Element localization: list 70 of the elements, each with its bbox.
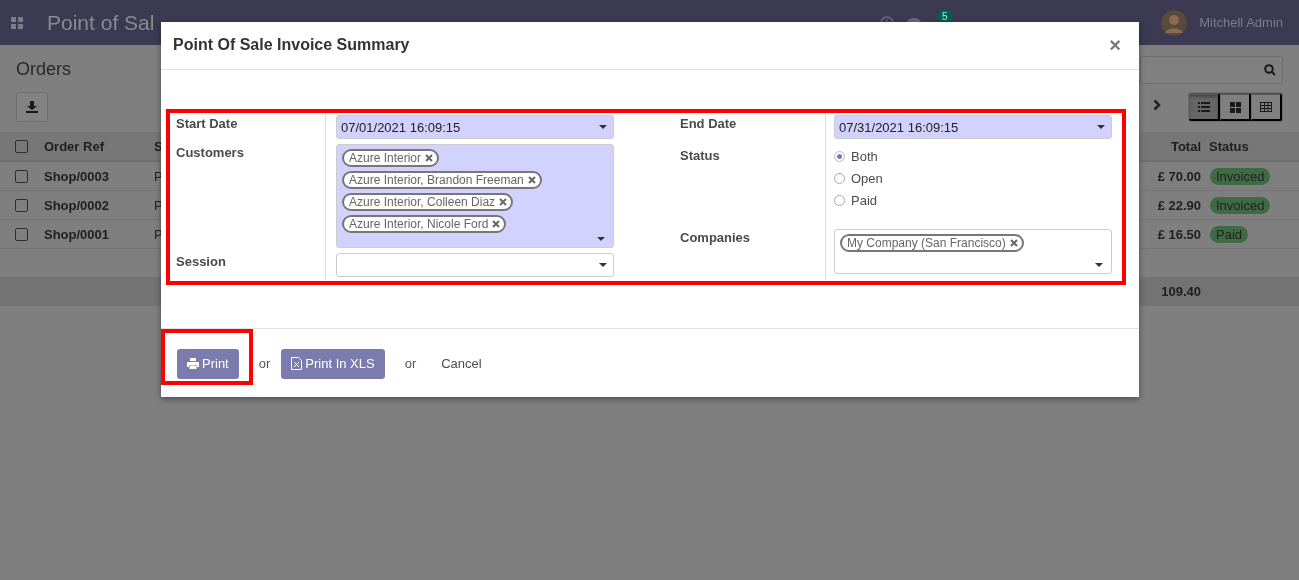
field-label: End Date xyxy=(679,115,738,133)
checkbox[interactable] xyxy=(15,227,28,241)
list-icon xyxy=(1197,102,1210,112)
cancel-link[interactable]: Cancel xyxy=(435,355,488,372)
page-title: Orders xyxy=(16,59,71,80)
tag-chip: Azure Interior, Nicole Ford xyxy=(342,215,507,233)
checkbox[interactable] xyxy=(15,139,28,153)
download-icon xyxy=(26,101,38,113)
field-label: Session xyxy=(175,253,227,271)
tags-field[interactable]: My Company (San Francisco) xyxy=(834,228,1112,274)
date-field[interactable]: 07/31/2021 16:09:15 xyxy=(834,115,1112,139)
table-cell-text: £ 70.00 xyxy=(1156,168,1202,184)
radio-option[interactable]: Paid xyxy=(834,193,1112,209)
close-button[interactable]: × xyxy=(1103,34,1127,57)
remove-icon[interactable] xyxy=(499,198,508,206)
search-field[interactable] xyxy=(1140,56,1283,84)
table-cell-text: Shop/0003 xyxy=(43,168,111,184)
radio-option[interactable]: Both xyxy=(834,149,1112,165)
file-icon xyxy=(291,357,303,370)
field-label: Customers xyxy=(175,144,245,162)
caret-icon xyxy=(1097,125,1105,129)
tag-chip: My Company (San Francisco) xyxy=(840,233,1024,252)
next-page-icon[interactable] xyxy=(1153,99,1161,111)
checkbox[interactable] xyxy=(15,169,28,183)
or-text: or xyxy=(404,356,417,371)
kanban-icon xyxy=(1229,101,1241,113)
table-cell-text: £ 16.50 xyxy=(1156,226,1202,242)
tag-chip: Azure Interior, Brandon Freeman xyxy=(342,171,542,189)
or-text: or xyxy=(258,356,271,371)
dialog-title: Point Of Sale Invoice Summary xyxy=(173,36,410,54)
view-switch-button[interactable] xyxy=(1189,93,1220,121)
printer-icon xyxy=(187,358,199,369)
print-button[interactable]: Print xyxy=(177,348,239,379)
tag-chip: Azure Interior, Colleen Diaz xyxy=(342,193,514,211)
avatar-icon[interactable] xyxy=(1161,9,1188,36)
column-header[interactable]: Status xyxy=(1205,138,1299,154)
caret-icon xyxy=(599,263,607,267)
table-cell-text: £ 22.90 xyxy=(1156,197,1202,213)
view-switch-button[interactable] xyxy=(1251,93,1282,121)
field-label: Companies xyxy=(679,228,752,247)
remove-icon[interactable] xyxy=(527,176,536,184)
search-icon[interactable] xyxy=(1264,64,1276,76)
remove-icon[interactable] xyxy=(425,154,434,162)
table-cell-text: Shop/0001 xyxy=(43,226,111,242)
tags-field[interactable]: Azure Interior Azure Interior, Brandon Freeman Azure Interior, Colleen Diaz Azure Interior, Nicole Ford xyxy=(336,144,614,248)
status-badge: Paid xyxy=(1210,225,1249,243)
remove-icon[interactable] xyxy=(1009,238,1018,247)
caret-icon xyxy=(599,125,607,129)
remove-icon[interactable] xyxy=(492,220,501,228)
date-field[interactable]: 07/01/2021 16:09:15 xyxy=(336,115,614,139)
radio-option[interactable]: Open xyxy=(834,171,1112,187)
column-header[interactable]: Total xyxy=(1150,138,1205,154)
status-badge: Invoiced xyxy=(1210,167,1271,185)
column-header[interactable]: Order Ref xyxy=(40,138,150,154)
caret-icon xyxy=(597,237,605,241)
apps-icon[interactable] xyxy=(11,16,23,29)
tag-chip: Azure Interior xyxy=(342,149,440,167)
field-label: Status xyxy=(679,147,721,166)
caret-icon xyxy=(1095,262,1103,267)
table-icon xyxy=(1260,102,1272,112)
table-cell-text: Shop/0002 xyxy=(43,197,111,213)
download-button[interactable] xyxy=(16,92,48,122)
field-label: Start Date xyxy=(175,115,239,133)
status-badge: Invoiced xyxy=(1210,196,1271,214)
total-sum: 109.40 xyxy=(1160,283,1202,299)
print-xls-button[interactable]: Print In XLS xyxy=(281,348,385,379)
select-field[interactable] xyxy=(336,253,614,277)
checkbox[interactable] xyxy=(15,198,28,212)
app-title: Point of Sal xyxy=(47,10,155,35)
view-switch-button[interactable] xyxy=(1220,93,1251,121)
